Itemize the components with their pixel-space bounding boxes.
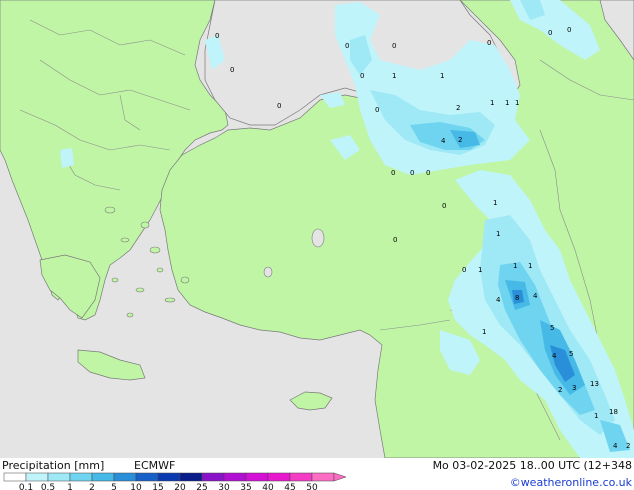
- precip-label: 1: [440, 72, 444, 80]
- precip-label: 1: [482, 328, 486, 336]
- credit-text: ©weatheronline.co.uk: [510, 476, 633, 489]
- precip-label: 0: [392, 42, 396, 50]
- precip-label: 1: [478, 266, 482, 274]
- legend-tick: 25: [196, 483, 207, 490]
- legend-tick: 2: [89, 483, 95, 490]
- precip-label: 2: [558, 386, 562, 394]
- legend-tick: 15: [152, 483, 163, 490]
- precip-label: 1: [493, 199, 497, 207]
- precip-label: 0: [567, 26, 571, 34]
- legend-tick: 0.5: [41, 483, 55, 490]
- legend-swatch: [289, 472, 313, 482]
- precip-label: 0: [230, 66, 234, 74]
- precip-label: 13: [590, 380, 599, 388]
- precip-label: 1: [594, 412, 598, 420]
- model-name: ECMWF: [134, 459, 175, 472]
- legend-title: Precipitation [mm]: [2, 459, 104, 472]
- precip-label: 0: [345, 42, 349, 50]
- precip-label: 2: [626, 442, 630, 450]
- legend-swatch: [91, 472, 115, 482]
- precip-label: 0: [410, 169, 414, 177]
- legend-tick: 45: [284, 483, 295, 490]
- legend-tick: 20: [174, 483, 186, 490]
- legend-tick: 5: [111, 483, 117, 490]
- precip-label: 4: [441, 137, 446, 145]
- precip-label: 3: [572, 384, 576, 392]
- precip-label: 0: [442, 202, 446, 210]
- legend-swatch: [223, 472, 247, 482]
- legend-tick: 50: [306, 483, 318, 490]
- valid-time: Mo 03-02-2025 18..00 UTC (12+348: [433, 459, 632, 472]
- precip-label: 0: [360, 72, 364, 80]
- legend-swatch: [69, 472, 93, 482]
- precip-label: 0: [391, 169, 395, 177]
- precip-label: 0: [462, 266, 466, 274]
- legend-swatch: [25, 472, 49, 482]
- precip-label: 0: [548, 29, 552, 37]
- precip-label: 1: [392, 72, 396, 80]
- precip-label: 0: [215, 32, 219, 40]
- legend-swatch: [267, 472, 291, 482]
- precip-label: 2: [456, 104, 460, 112]
- precip-label: 4: [552, 352, 557, 360]
- legend-tick: 0.1: [19, 483, 33, 490]
- legend-colorbar: [3, 472, 347, 482]
- precip-label: 4: [613, 442, 618, 450]
- legend-tick: 35: [240, 483, 251, 490]
- precip-label: 5: [550, 324, 554, 332]
- precip-label: 1: [505, 99, 509, 107]
- precip-label: 1: [513, 262, 517, 270]
- precip-label: 5: [569, 350, 573, 358]
- precip-label: 0: [426, 169, 430, 177]
- precip-label: 1: [490, 99, 494, 107]
- precip-label: 0: [375, 106, 379, 114]
- legend-swatch: [135, 472, 159, 482]
- precip-label: 4: [533, 292, 538, 300]
- legend-tick: 1: [67, 483, 73, 490]
- legend-swatch: [245, 472, 269, 482]
- legend-swatch: [179, 472, 203, 482]
- precip-label: 1: [528, 262, 532, 270]
- legend-swatch: [3, 472, 27, 482]
- precip-label: 1: [496, 230, 500, 238]
- precip-label: 0: [487, 39, 491, 47]
- legend-tick: 30: [218, 483, 230, 490]
- precip-label: 18: [609, 408, 618, 416]
- precip-label: 4: [496, 296, 501, 304]
- precip-label: 2: [458, 136, 462, 144]
- legend-swatch: [311, 472, 335, 482]
- precip-label: 8: [515, 294, 519, 302]
- legend-swatch: [157, 472, 181, 482]
- precip-label: 1: [515, 99, 519, 107]
- legend-swatch: [113, 472, 137, 482]
- legend-swatch: [47, 472, 71, 482]
- precip-label: 0: [393, 236, 397, 244]
- precipitation-map: 0 0 0 0 0 0 0 0 0 1 1 1 2 1 1 0 4 2 0 0 …: [0, 0, 634, 490]
- legend-tick: 40: [262, 483, 274, 490]
- legend-swatch: [201, 472, 225, 482]
- precip-label: 0: [277, 102, 281, 110]
- map-canvas: 0 0 0 0 0 0 0 0 0 1 1 1 2 1 1 0 4 2 0 0 …: [0, 0, 634, 490]
- legend-tick: 10: [130, 483, 142, 490]
